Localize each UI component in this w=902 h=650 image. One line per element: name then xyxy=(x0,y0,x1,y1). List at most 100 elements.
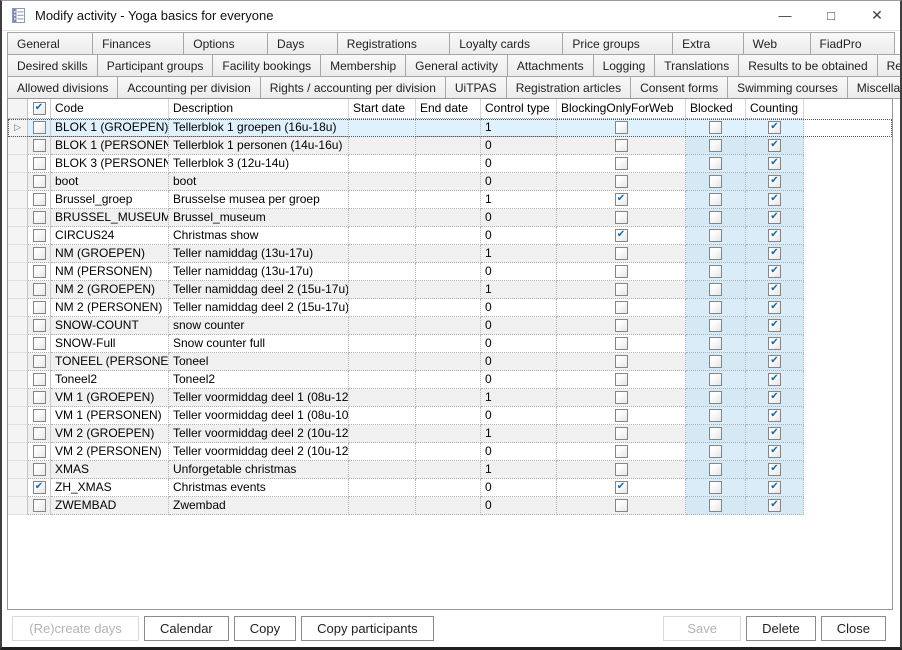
counting-checkbox[interactable] xyxy=(768,499,781,512)
cell-blocked[interactable] xyxy=(686,479,746,497)
cell-blocked[interactable] xyxy=(686,263,746,281)
row-select-checkbox[interactable] xyxy=(33,211,46,224)
cell-counting[interactable] xyxy=(746,371,804,389)
cell-blocking-only-for-web[interactable] xyxy=(557,389,686,407)
tab-options[interactable]: Options xyxy=(183,32,268,55)
column-header-counting[interactable]: Counting xyxy=(746,99,804,119)
cell-blocked[interactable] xyxy=(686,497,746,515)
cell-blocked[interactable] xyxy=(686,119,746,137)
grid-row[interactable]: BRUSSEL_MUSEUMSBrussel_museum0 xyxy=(8,209,892,227)
cell-blocking-only-for-web[interactable] xyxy=(557,461,686,479)
blocked-checkbox[interactable] xyxy=(709,229,722,242)
tab-facility-bookings[interactable]: Facility bookings xyxy=(212,54,321,77)
cell-blocking-only-for-web[interactable] xyxy=(557,443,686,461)
minimize-button[interactable]: — xyxy=(762,1,808,30)
tab-uitpas[interactable]: UiTPAS xyxy=(445,76,507,99)
counting-checkbox[interactable] xyxy=(768,229,781,242)
cell-counting[interactable] xyxy=(746,119,804,137)
counting-checkbox[interactable] xyxy=(768,175,781,188)
row-select-cell[interactable] xyxy=(28,443,51,461)
grid-row[interactable]: CIRCUS24Christmas show0 xyxy=(8,227,892,245)
tab-registration-articles[interactable]: Registration articles xyxy=(506,76,631,99)
counting-checkbox[interactable] xyxy=(768,157,781,170)
cell-counting[interactable] xyxy=(746,263,804,281)
grid-row[interactable]: ▷BLOK 1 (GROEPEN)Tellerblok 1 groepen (1… xyxy=(8,119,892,137)
grid-row[interactable]: NM 2 (GROEPEN)Teller namiddag deel 2 (15… xyxy=(8,281,892,299)
grid-row[interactable]: BLOK 3 (PERSONEN)Tellerblok 3 (12u-14u)0 xyxy=(8,155,892,173)
cell-blocking-only-for-web[interactable] xyxy=(557,281,686,299)
tab-extra[interactable]: Extra xyxy=(672,32,743,55)
row-select-cell[interactable] xyxy=(28,137,51,155)
grid-row[interactable]: Toneel2Toneel20 xyxy=(8,371,892,389)
cell-blocking-only-for-web[interactable] xyxy=(557,137,686,155)
grid-row[interactable]: BLOK 1 (PERSONEN)Tellerblok 1 personen (… xyxy=(8,137,892,155)
blocked-checkbox[interactable] xyxy=(709,175,722,188)
blocking-only-for-web-checkbox[interactable] xyxy=(615,283,628,296)
counting-checkbox[interactable] xyxy=(768,427,781,440)
cell-blocked[interactable] xyxy=(686,317,746,335)
grid-row[interactable]: Brussel_groepBrusselse musea per groep1 xyxy=(8,191,892,209)
blocked-checkbox[interactable] xyxy=(709,499,722,512)
blocked-checkbox[interactable] xyxy=(709,391,722,404)
blocking-only-for-web-checkbox[interactable] xyxy=(615,481,628,494)
cell-blocking-only-for-web[interactable] xyxy=(557,353,686,371)
tab-membership[interactable]: Membership xyxy=(320,54,406,77)
cell-counting[interactable] xyxy=(746,191,804,209)
cell-blocked[interactable] xyxy=(686,281,746,299)
row-select-cell[interactable] xyxy=(28,155,51,173)
cell-counting[interactable] xyxy=(746,245,804,263)
blocking-only-for-web-checkbox[interactable] xyxy=(615,445,628,458)
column-header-control-type[interactable]: Control type xyxy=(481,99,557,119)
blocked-checkbox[interactable] xyxy=(709,247,722,260)
cell-blocking-only-for-web[interactable] xyxy=(557,497,686,515)
cell-blocked[interactable] xyxy=(686,209,746,227)
cell-counting[interactable] xyxy=(746,281,804,299)
row-select-checkbox[interactable] xyxy=(33,247,46,260)
row-select-checkbox[interactable] xyxy=(33,463,46,476)
tab-results[interactable]: Results xyxy=(877,54,902,77)
counting-checkbox[interactable] xyxy=(768,211,781,224)
cell-counting[interactable] xyxy=(746,155,804,173)
cell-counting[interactable] xyxy=(746,335,804,353)
row-select-checkbox[interactable] xyxy=(33,139,46,152)
grid-row[interactable]: SNOW-COUNTsnow counter0 xyxy=(8,317,892,335)
blocking-only-for-web-checkbox[interactable] xyxy=(615,121,628,134)
grid-row[interactable]: VM 2 (GROEPEN)Teller voormiddag deel 2 (… xyxy=(8,425,892,443)
counting-checkbox[interactable] xyxy=(768,265,781,278)
tab-accounting-per-division[interactable]: Accounting per division xyxy=(117,76,260,99)
blocked-checkbox[interactable] xyxy=(709,157,722,170)
blocked-checkbox[interactable] xyxy=(709,211,722,224)
blocking-only-for-web-checkbox[interactable] xyxy=(615,463,628,476)
row-select-checkbox[interactable] xyxy=(33,373,46,386)
grid-row[interactable]: VM 1 (PERSONEN)Teller voormiddag deel 1 … xyxy=(8,407,892,425)
copy-participants-button[interactable]: Copy participants xyxy=(301,616,433,641)
blocked-checkbox[interactable] xyxy=(709,463,722,476)
row-select-cell[interactable] xyxy=(28,209,51,227)
cell-blocked[interactable] xyxy=(686,443,746,461)
blocking-only-for-web-checkbox[interactable] xyxy=(615,499,628,512)
cell-blocked[interactable] xyxy=(686,245,746,263)
grid-row[interactable]: ZWEMBADZwembad0 xyxy=(8,497,892,515)
row-select-checkbox[interactable] xyxy=(33,427,46,440)
copy-button[interactable]: Copy xyxy=(234,616,296,641)
row-select-cell[interactable] xyxy=(28,425,51,443)
counting-checkbox[interactable] xyxy=(768,391,781,404)
blocking-only-for-web-checkbox[interactable] xyxy=(615,319,628,332)
blocked-checkbox[interactable] xyxy=(709,283,722,296)
blocked-checkbox[interactable] xyxy=(709,445,722,458)
column-header-end-date[interactable]: End date xyxy=(416,99,481,119)
counting-checkbox[interactable] xyxy=(768,445,781,458)
tab-web[interactable]: Web xyxy=(743,32,811,55)
tab-finances[interactable]: Finances xyxy=(92,32,184,55)
cell-blocked[interactable] xyxy=(686,407,746,425)
tab-price-groups[interactable]: Price groups xyxy=(562,32,673,55)
row-select-cell[interactable] xyxy=(28,497,51,515)
close-button[interactable]: Close xyxy=(821,616,886,641)
column-header-code[interactable]: Code xyxy=(51,99,169,119)
tab-miscellaneous[interactable]: Miscellaneous xyxy=(847,76,902,99)
counting-checkbox[interactable] xyxy=(768,355,781,368)
blocked-checkbox[interactable] xyxy=(709,481,722,494)
cell-counting[interactable] xyxy=(746,299,804,317)
cell-blocking-only-for-web[interactable] xyxy=(557,263,686,281)
row-select-checkbox[interactable] xyxy=(33,319,46,332)
